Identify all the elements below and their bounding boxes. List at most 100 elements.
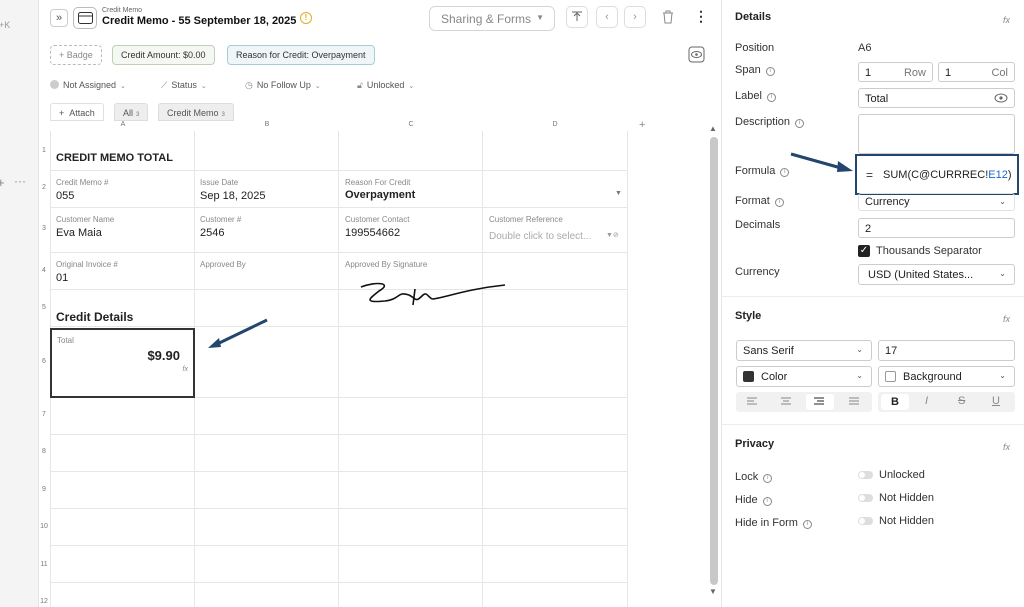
font-size-input[interactable]: 17 xyxy=(878,340,1015,361)
add-badge-button[interactable]: + Badge xyxy=(50,45,102,65)
customer-name-cell[interactable]: Eva Maia xyxy=(56,227,102,239)
signature-image[interactable] xyxy=(357,277,507,313)
strikethrough-icon[interactable]: S xyxy=(958,395,965,407)
label-input[interactable]: Total xyxy=(858,88,1015,108)
total-cell[interactable]: Total $9.90 fx xyxy=(50,328,195,398)
column-header-b[interactable]: B xyxy=(195,121,339,132)
customer-reference-select[interactable]: Double click to select... xyxy=(489,231,591,242)
row-header[interactable]: 4 xyxy=(39,267,49,274)
reason-tag[interactable]: Reason for Credit: Overpayment xyxy=(227,45,375,65)
reason-cell[interactable]: Overpayment xyxy=(345,189,415,201)
next-record-button[interactable]: › xyxy=(624,6,646,28)
color-swatch xyxy=(743,371,754,382)
row-header[interactable]: 5 xyxy=(39,304,49,311)
row-header[interactable]: 6 xyxy=(39,358,49,365)
font-family-select[interactable]: Sans Serif ⌄ xyxy=(736,340,872,361)
vertical-scrollbar[interactable] xyxy=(710,137,718,585)
memo-total-heading[interactable]: CREDIT MEMO TOTAL xyxy=(56,152,173,164)
align-left-icon[interactable] xyxy=(747,397,758,406)
row-header[interactable]: 12 xyxy=(39,598,49,605)
lock-status: Unlocked xyxy=(879,469,925,481)
more-dots-icon[interactable]: ··· xyxy=(14,174,26,188)
column-header-c[interactable]: C xyxy=(339,121,483,132)
assignee-dropdown[interactable]: Not Assigned ⌄ xyxy=(50,80,126,90)
formula-suffix: ) xyxy=(1007,169,1012,181)
preview-icon[interactable] xyxy=(688,46,705,68)
formula-icon[interactable]: fx xyxy=(1003,15,1010,25)
more-options-icon[interactable]: ⋮ xyxy=(694,8,708,25)
credit-amount-tag[interactable]: Credit Amount: $0.00 xyxy=(112,45,215,65)
currency-select[interactable]: USD (United States... ⌄ xyxy=(858,264,1015,285)
format-select[interactable]: Currency ⌄ xyxy=(858,193,1015,211)
formula-icon[interactable]: fx xyxy=(1003,442,1010,452)
text-color-select[interactable]: Color ⌄ xyxy=(736,366,872,387)
column-header-d[interactable]: D xyxy=(483,121,627,132)
span-row-input[interactable]: 1 Row xyxy=(858,62,933,82)
lock-dropdown[interactable]: 🔓︎ Unlocked ⌄ xyxy=(357,80,414,91)
thousands-checkbox[interactable]: ✓ xyxy=(858,245,870,257)
background-color-select[interactable]: Background ⌄ xyxy=(878,366,1015,387)
lock-icon: 🔓︎ xyxy=(357,80,363,90)
hide-toggle[interactable] xyxy=(858,494,873,502)
trash-icon[interactable] xyxy=(662,10,674,27)
italic-icon[interactable]: I xyxy=(925,395,928,407)
customer-contact-cell[interactable]: 199554662 xyxy=(345,227,400,239)
column-header-a[interactable]: A xyxy=(51,121,195,132)
expand-button[interactable]: » xyxy=(50,9,68,27)
bold-icon[interactable]: B xyxy=(881,394,909,410)
add-icon[interactable]: + xyxy=(0,175,5,190)
row-header[interactable]: 11 xyxy=(39,561,49,568)
info-icon[interactable]: i xyxy=(802,520,812,529)
align-center-icon[interactable] xyxy=(781,397,792,406)
underline-icon[interactable]: U xyxy=(992,395,1000,407)
chevron-down-icon[interactable]: ▼ xyxy=(615,190,622,197)
hide-in-form-toggle[interactable] xyxy=(858,517,873,525)
row-header[interactable]: 9 xyxy=(39,486,49,493)
info-icon[interactable]: i xyxy=(774,198,784,207)
chevron-down-icon[interactable]: ▼⊘ xyxy=(606,231,619,239)
sharing-forms-dropdown[interactable]: Sharing & Forms ▼ xyxy=(429,6,555,31)
warning-icon[interactable]: ! xyxy=(300,12,312,24)
font-size-value: 17 xyxy=(885,345,898,357)
chevron-down-icon: ⌄ xyxy=(200,83,207,90)
align-right-button[interactable] xyxy=(806,394,834,410)
prev-record-button[interactable]: ‹ xyxy=(596,6,618,28)
row-header[interactable]: 1 xyxy=(39,147,49,154)
memo-number-cell[interactable]: 055 xyxy=(56,190,74,202)
spreadsheet-grid[interactable]: A B C D 1 2 3 4 5 6 7 8 9 10 11 12 CREDI… xyxy=(39,121,709,607)
scroll-up-icon[interactable]: ▲ xyxy=(709,124,717,133)
formula-input[interactable]: = SUM(C@CURRREC!E12) xyxy=(855,154,1019,195)
span-col-input[interactable]: 1 Col xyxy=(938,62,1015,82)
lock-toggle[interactable] xyxy=(858,471,873,479)
row-header[interactable]: 2 xyxy=(39,184,49,191)
tab-all[interactable]: All 3 xyxy=(114,103,149,121)
info-icon[interactable]: i xyxy=(763,474,773,483)
decimals-input[interactable]: 2 xyxy=(858,218,1015,238)
row-header[interactable]: 3 xyxy=(39,225,49,232)
row-header[interactable]: 8 xyxy=(39,448,49,455)
formula-icon[interactable]: fx xyxy=(1003,314,1010,324)
info-icon[interactable]: i xyxy=(766,93,776,102)
info-icon[interactable]: i xyxy=(762,497,772,506)
info-icon[interactable]: i xyxy=(795,119,805,128)
issue-date-cell[interactable]: Sep 18, 2025 xyxy=(200,190,265,202)
follow-up-dropdown[interactable]: ◷ No Follow Up ⌄ xyxy=(245,80,321,91)
add-column-icon[interactable]: + xyxy=(639,119,645,131)
status-dropdown[interactable]: ⟋ Status ⌄ xyxy=(161,80,207,91)
tab-credit-memo[interactable]: Credit Memo 3 xyxy=(158,103,234,121)
eye-icon[interactable] xyxy=(994,93,1008,106)
customer-number-cell[interactable]: 2546 xyxy=(200,227,224,239)
align-justify-icon[interactable] xyxy=(849,397,860,406)
divider xyxy=(722,424,1024,425)
description-textarea[interactable] xyxy=(858,114,1015,154)
currency-label: Currency xyxy=(735,266,780,278)
info-icon[interactable]: i xyxy=(780,168,790,177)
info-icon[interactable]: i xyxy=(765,67,775,76)
upload-button[interactable] xyxy=(566,6,588,28)
tab-attach[interactable]: + Attach xyxy=(50,103,104,121)
row-header[interactable]: 10 xyxy=(39,523,49,530)
credit-details-heading[interactable]: Credit Details xyxy=(56,310,133,324)
original-invoice-cell[interactable]: 01 xyxy=(56,272,68,284)
scroll-down-icon[interactable]: ▼ xyxy=(709,587,717,596)
row-header[interactable]: 7 xyxy=(39,411,49,418)
